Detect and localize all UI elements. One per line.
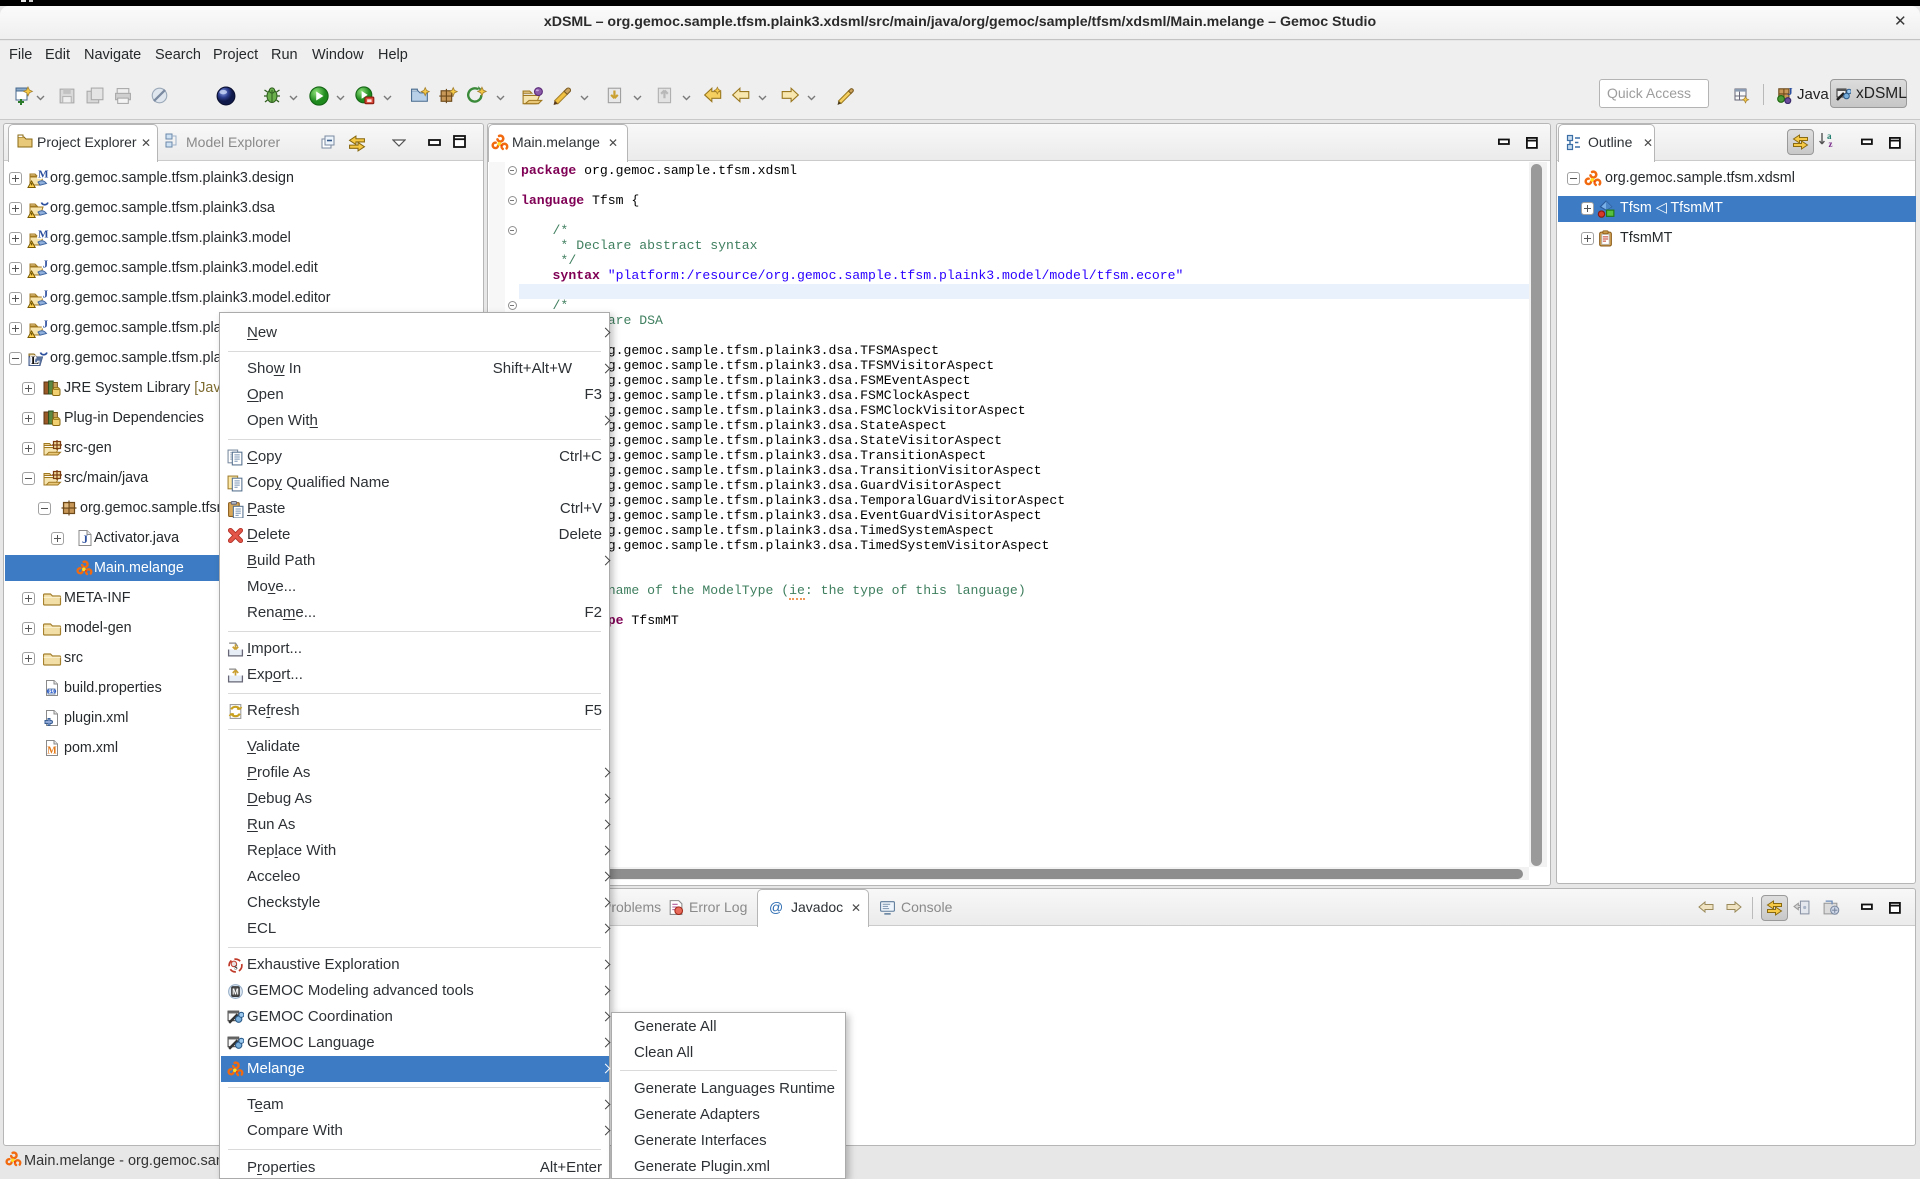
svg-text:M: M [38, 169, 49, 181]
svg-text:M: M [232, 987, 239, 996]
svg-text:J: J [43, 319, 49, 331]
svg-text:M: M [38, 229, 49, 241]
svg-text:J: J [43, 289, 49, 301]
svg-text:M: M [47, 746, 57, 757]
svg-text:z: z [1829, 139, 1833, 148]
svg-text:J: J [82, 532, 88, 546]
svg-text:J: J [43, 259, 49, 271]
svg-text:J: J [1787, 86, 1793, 98]
svg-text:s: s [234, 961, 238, 971]
svg-text:010: 010 [47, 688, 57, 695]
svg-text:L: L [31, 353, 39, 367]
